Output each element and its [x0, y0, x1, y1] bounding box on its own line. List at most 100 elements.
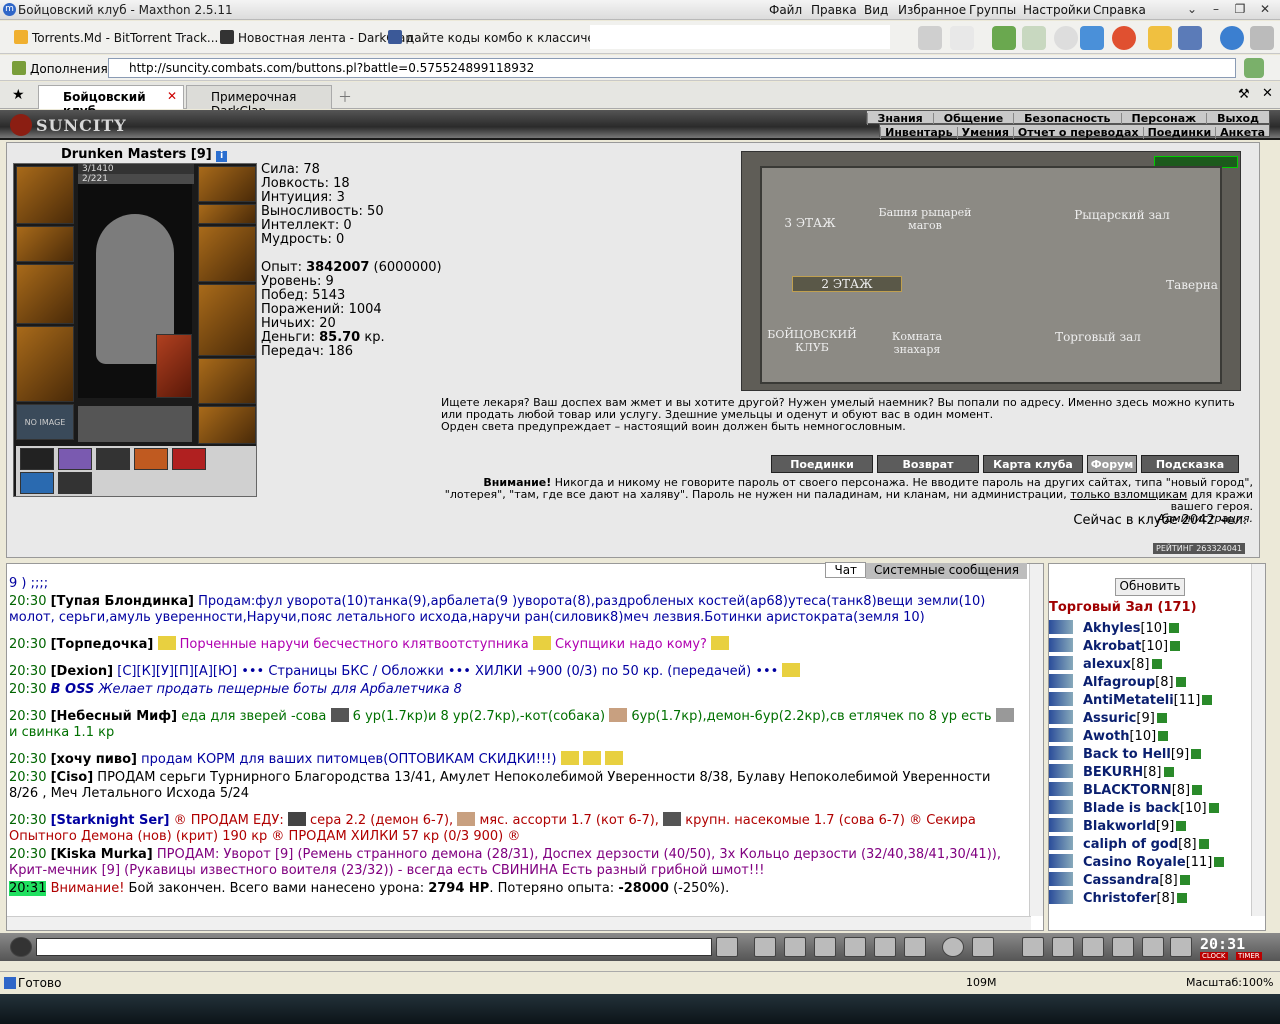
info-icon[interactable] [1192, 785, 1203, 795]
info-icon[interactable] [1202, 695, 1213, 705]
player-nick[interactable]: Alfagroup [1083, 675, 1155, 690]
item-scroll-icon[interactable] [58, 448, 92, 470]
player-nick[interactable]: Akhyles [1083, 621, 1140, 636]
info-icon[interactable] [1158, 731, 1169, 741]
chat-hscrollbar[interactable] [7, 916, 1031, 930]
private-message-icon[interactable] [1049, 854, 1073, 868]
menu-help[interactable]: Справка [1093, 3, 1146, 17]
info-icon[interactable] [1198, 839, 1209, 849]
boots-slot[interactable] [198, 406, 256, 444]
weapon-slot[interactable] [16, 264, 74, 324]
private-message-icon[interactable] [1049, 890, 1073, 904]
player-nick[interactable]: Casino Royale [1083, 855, 1186, 870]
clock-label[interactable]: CLOCK [1200, 952, 1228, 960]
minimize-icon[interactable]: – [1207, 2, 1225, 18]
tab-darkclan[interactable]: Примерочная DarkClan [186, 85, 332, 118]
private-message-icon[interactable] [1049, 782, 1073, 796]
history-icon[interactable] [1054, 26, 1078, 50]
player-row[interactable]: Cassandra[8] [1049, 872, 1253, 890]
menu-view[interactable]: Вид [864, 3, 888, 17]
player-row[interactable]: Casino Royale[11] [1049, 854, 1253, 872]
menu-edit[interactable]: Правка [811, 3, 857, 17]
leggings-slot[interactable] [198, 358, 256, 404]
item-sword-icon[interactable] [134, 448, 168, 470]
favorite-darkclan[interactable]: Новостная лента - DarkClan [220, 30, 413, 45]
forward-icon[interactable] [1022, 26, 1046, 50]
url-input[interactable]: http://suncity.combats.com/buttons.pl?ba… [108, 58, 1236, 78]
nav-transfers[interactable]: Отчет о переводах [1012, 127, 1143, 139]
private-message-icon[interactable] [1049, 836, 1073, 850]
tab-close-icon[interactable]: ✕ [167, 89, 177, 103]
return-button[interactable]: Возврат [877, 455, 979, 473]
clear-icon[interactable] [754, 937, 776, 957]
fraction-icon[interactable] [874, 937, 896, 957]
nick-link[interactable]: [Starknight Ser] [51, 813, 170, 828]
info-icon[interactable] [1156, 713, 1167, 723]
gloves-slot[interactable] [198, 226, 256, 282]
private-message-icon[interactable] [1049, 818, 1073, 832]
player-row[interactable]: alexux[8] [1049, 656, 1253, 674]
restore-icon[interactable]: ❐ [1231, 2, 1249, 18]
player-row[interactable]: Awoth[10] [1049, 728, 1253, 746]
new-page-icon[interactable] [950, 26, 974, 50]
player-nick[interactable]: Christofer [1083, 891, 1156, 906]
clock-icon[interactable] [1220, 26, 1244, 50]
item-figure2-icon[interactable] [58, 472, 92, 494]
item-figure-icon[interactable] [96, 448, 130, 470]
undo-icon[interactable] [1178, 26, 1202, 50]
menu-settings[interactable]: Настройки [1023, 3, 1091, 17]
forum-button[interactable]: Форум [1087, 455, 1137, 473]
player-nick[interactable]: AntiMetateli [1083, 693, 1174, 708]
item-potion-icon[interactable] [20, 472, 54, 494]
private-message-icon[interactable] [1049, 728, 1073, 742]
player-row[interactable]: Assuric[9] [1049, 710, 1253, 728]
map-mage-tower[interactable]: Башня рыцарей магов [866, 206, 984, 232]
go-icon[interactable] [1244, 58, 1264, 78]
character-name[interactable]: Drunken Masters [9] i [61, 147, 228, 162]
refresh-button[interactable]: Обновить [1115, 578, 1185, 596]
refresh-icon[interactable] [1080, 26, 1104, 50]
stop-icon[interactable] [1112, 26, 1136, 50]
map-fight-club[interactable]: БОЙЦОВСКИЙ КЛУБ [762, 328, 862, 354]
nav-skills[interactable]: Умения [956, 127, 1013, 139]
item-sunglasses-icon[interactable] [20, 448, 54, 470]
nick-link[interactable]: [Ciso] [51, 770, 94, 785]
pet-slot[interactable] [156, 334, 192, 398]
player-row[interactable]: Blakworld[9] [1049, 818, 1253, 836]
player-row[interactable]: Akhyles[10] [1049, 620, 1253, 638]
close-tab-icon[interactable]: ✕ [1262, 86, 1273, 101]
player-nick[interactable]: BLACKTORN [1083, 783, 1172, 798]
helmet-slot[interactable] [16, 166, 74, 224]
map-floor3[interactable]: 3 ЭТАЖ [768, 216, 852, 230]
private-message-icon[interactable] [1049, 674, 1073, 688]
private-message-icon[interactable] [1049, 872, 1073, 886]
home-icon[interactable] [1148, 26, 1172, 50]
favorite-torrents[interactable]: Torrents.Md - BitTorrent Track... [14, 30, 218, 45]
private-message-icon[interactable] [1049, 746, 1073, 760]
group-icon[interactable] [1082, 937, 1104, 957]
hint-button[interactable]: Подсказка [1141, 455, 1239, 473]
map-trade-hall[interactable]: Торговый зал [1028, 330, 1168, 344]
map-tavern[interactable]: Таверна [1152, 278, 1232, 292]
earrings-slot[interactable] [198, 166, 256, 202]
fights-button[interactable]: Поединки [771, 455, 873, 473]
map-knights-hall[interactable]: Рыцарский зал [1042, 208, 1202, 222]
tab-combats[interactable]: Бойцовский клуб✕ [38, 85, 184, 118]
info-icon[interactable] [1169, 623, 1180, 633]
tools-icon[interactable]: ⚒ [1238, 87, 1250, 102]
private-message-icon[interactable] [1049, 764, 1073, 778]
private-message-icon[interactable] [1049, 692, 1073, 706]
home-game-icon[interactable] [1142, 937, 1164, 957]
bottle-icon[interactable] [1022, 937, 1044, 957]
player-row[interactable]: Alfagroup[8] [1049, 674, 1253, 692]
map-healer-room[interactable]: Комната знахаря [872, 330, 962, 356]
info-icon[interactable] [1176, 893, 1187, 903]
player-nick[interactable]: Blade is back [1083, 801, 1180, 816]
chevron-down-icon[interactable]: ⌄ [1183, 2, 1201, 18]
player-row[interactable]: Blade is back[10] [1049, 800, 1253, 818]
nav-inventory[interactable]: Инвентарь [880, 127, 956, 139]
player-nick[interactable]: alexux [1083, 657, 1131, 672]
item-heart-icon[interactable] [172, 448, 206, 470]
player-row[interactable]: caliph of god[8] [1049, 836, 1253, 854]
info-icon[interactable] [1214, 857, 1225, 867]
